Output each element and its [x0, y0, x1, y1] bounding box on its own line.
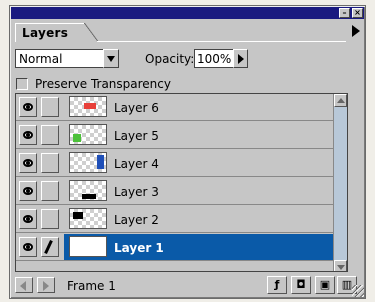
visibility-toggle[interactable] [19, 181, 37, 201]
layer-swatch [97, 155, 104, 169]
tab-edge [84, 23, 98, 42]
scroll-up-icon[interactable] [334, 94, 347, 107]
opacity-arrow-icon[interactable] [233, 49, 248, 68]
minimize-icon[interactable]: – [339, 8, 350, 18]
tab-divider [97, 41, 346, 42]
layer-name: Layer 2 [114, 213, 159, 227]
brush-toggle[interactable] [41, 237, 59, 257]
layer-thumbnail [69, 96, 107, 117]
link-toggle[interactable] [41, 153, 59, 173]
dropdown-arrow-icon[interactable] [103, 49, 119, 68]
vertical-scrollbar[interactable] [333, 94, 347, 271]
layer-list: Layer 6 Layer 5 Layer 4 Layer 3 Layer 2 … [15, 93, 348, 272]
tab-row: Layers [11, 20, 364, 42]
eye-icon [23, 243, 33, 251]
layer-swatch [82, 194, 96, 199]
layers-panel: – × Layers Normal Opacity: 100% Preserve… [9, 5, 366, 299]
eye-icon [23, 187, 33, 195]
layer-name: Layer 1 [114, 241, 164, 255]
layer-row[interactable]: Layer 4 [16, 150, 347, 177]
layer-row[interactable]: Layer 3 [16, 178, 347, 205]
layer-thumbnail [69, 180, 107, 201]
next-frame-icon[interactable] [37, 277, 55, 293]
layer-thumbnail [69, 152, 107, 173]
visibility-toggle[interactable] [19, 153, 37, 173]
eye-icon [23, 215, 33, 223]
link-toggle[interactable] [41, 209, 59, 229]
layer-thumbnail [69, 124, 107, 145]
link-toggle[interactable] [41, 181, 59, 201]
preserve-transparency-row: Preserve Transparency [11, 75, 364, 93]
frame-label: Frame 1 [67, 279, 116, 293]
resize-grip-icon[interactable] [352, 285, 364, 297]
new-layer-icon[interactable]: ▣ [315, 276, 335, 294]
visibility-toggle[interactable] [19, 97, 37, 117]
layer-name: Layer 5 [114, 129, 159, 143]
panel-title-bar[interactable]: – × [11, 7, 364, 19]
eye-icon [23, 103, 33, 111]
layer-row[interactable]: Layer 2 [16, 206, 347, 233]
opacity-label: Opacity: [145, 52, 195, 66]
layer-controls: Normal Opacity: 100% [11, 48, 364, 70]
panel-footer: Frame 1 ƒ ◘ ▣ ▥ [11, 273, 364, 297]
link-toggle[interactable] [41, 125, 59, 145]
eye-icon [23, 159, 33, 167]
eye-icon [23, 131, 33, 139]
link-toggle[interactable] [41, 97, 59, 117]
opacity-input[interactable]: 100% [194, 49, 234, 68]
layer-name: Layer 4 [114, 157, 159, 171]
layer-mask-icon[interactable]: ◘ [291, 276, 311, 294]
tab-layers[interactable]: Layers [15, 23, 85, 42]
preserve-transparency-label: Preserve Transparency [35, 77, 171, 91]
preserve-transparency-checkbox[interactable] [16, 78, 28, 90]
layer-name: Layer 3 [114, 185, 159, 199]
layer-swatch [84, 103, 96, 109]
layer-name: Layer 6 [114, 101, 159, 115]
panel-menu-icon[interactable] [352, 25, 360, 37]
blend-mode-value: Normal [19, 52, 63, 66]
layer-row-selected[interactable]: Layer 1 [16, 234, 347, 261]
previous-frame-icon[interactable] [15, 277, 33, 293]
layer-thumbnail [69, 236, 107, 257]
layer-row[interactable]: Layer 6 [16, 94, 347, 121]
visibility-toggle[interactable] [19, 237, 37, 257]
blend-mode-select[interactable]: Normal [15, 49, 119, 68]
visibility-toggle[interactable] [19, 209, 37, 229]
scroll-down-icon[interactable] [334, 260, 347, 271]
visibility-toggle[interactable] [19, 125, 37, 145]
layer-row[interactable]: Layer 5 [16, 122, 347, 149]
brush-icon [44, 240, 53, 254]
layer-swatch [73, 212, 83, 219]
layer-effects-icon[interactable]: ƒ [267, 276, 287, 294]
layer-thumbnail [69, 208, 107, 229]
close-icon[interactable]: × [352, 8, 363, 18]
layer-swatch [73, 134, 81, 142]
